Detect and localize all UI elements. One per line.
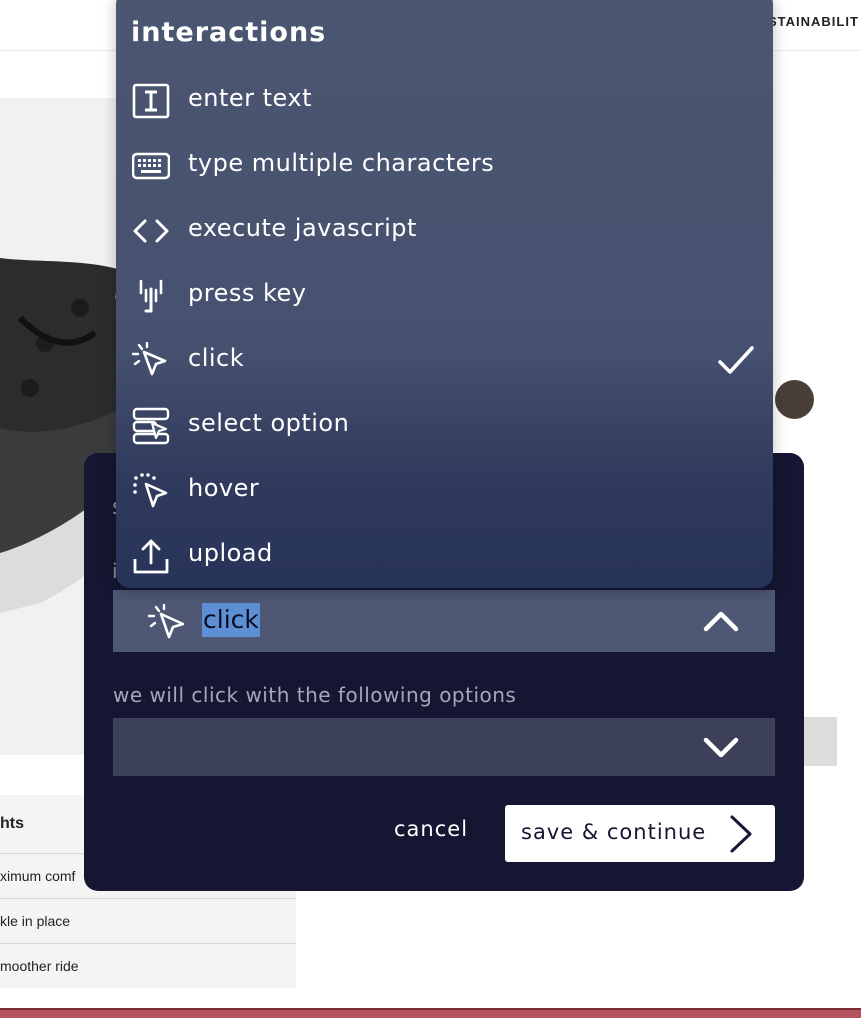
menu-item-label: upload	[188, 539, 273, 567]
dropdown-title: interactions	[131, 17, 327, 48]
nav-link-sustainability[interactable]: STAINABILIT	[768, 14, 859, 29]
chevron-right-icon	[730, 815, 752, 853]
options-label: we will click with the following options	[113, 683, 517, 707]
interaction-select[interactable]: click	[113, 590, 775, 652]
menu-item-label: press key	[188, 279, 307, 307]
menu-item-enter-text[interactable]: enter text	[116, 70, 773, 130]
features-row: kle in place	[0, 899, 296, 944]
menu-item-execute-javascript[interactable]: execute javascript	[116, 200, 773, 260]
upload-icon	[133, 539, 169, 574]
menu-item-select-option[interactable]: select option	[116, 395, 773, 455]
select-option-icon	[132, 407, 170, 445]
save-continue-button[interactable]: save & continue	[505, 805, 775, 862]
save-continue-label: save & continue	[521, 820, 707, 844]
color-swatch-brown[interactable]	[775, 380, 814, 419]
cursor-click-icon	[132, 342, 167, 376]
menu-item-label: type multiple characters	[188, 149, 495, 177]
menu-item-label: click	[188, 344, 245, 372]
text-cursor-icon	[132, 83, 170, 119]
click-options-select[interactable]	[113, 718, 775, 776]
key-press-icon	[139, 279, 163, 313]
interactions-dropdown: interactions enter text type multiple ch…	[116, 0, 773, 588]
chevron-up-icon	[703, 611, 739, 632]
menu-item-label: execute javascript	[188, 214, 417, 242]
cancel-button[interactable]: cancel	[394, 817, 468, 841]
code-brackets-icon	[133, 219, 169, 243]
menu-item-click[interactable]: click	[116, 330, 773, 390]
bottom-accent-bar	[0, 1008, 861, 1018]
chevron-down-icon	[703, 737, 739, 758]
checkmark-icon	[718, 346, 754, 374]
menu-item-label: hover	[188, 474, 260, 502]
menu-item-label: select option	[188, 409, 350, 437]
cursor-hover-icon	[133, 473, 168, 508]
menu-item-type-multiple[interactable]: type multiple characters	[116, 135, 773, 195]
menu-item-upload[interactable]: upload	[116, 525, 773, 585]
menu-item-hover[interactable]: hover	[116, 460, 773, 520]
keyboard-icon	[132, 152, 170, 180]
features-row: moother ride	[0, 958, 79, 974]
interaction-select-value: click	[202, 603, 260, 637]
cursor-click-icon	[147, 604, 185, 639]
menu-item-label: enter text	[188, 84, 313, 112]
menu-item-press-key[interactable]: press key	[116, 265, 773, 325]
